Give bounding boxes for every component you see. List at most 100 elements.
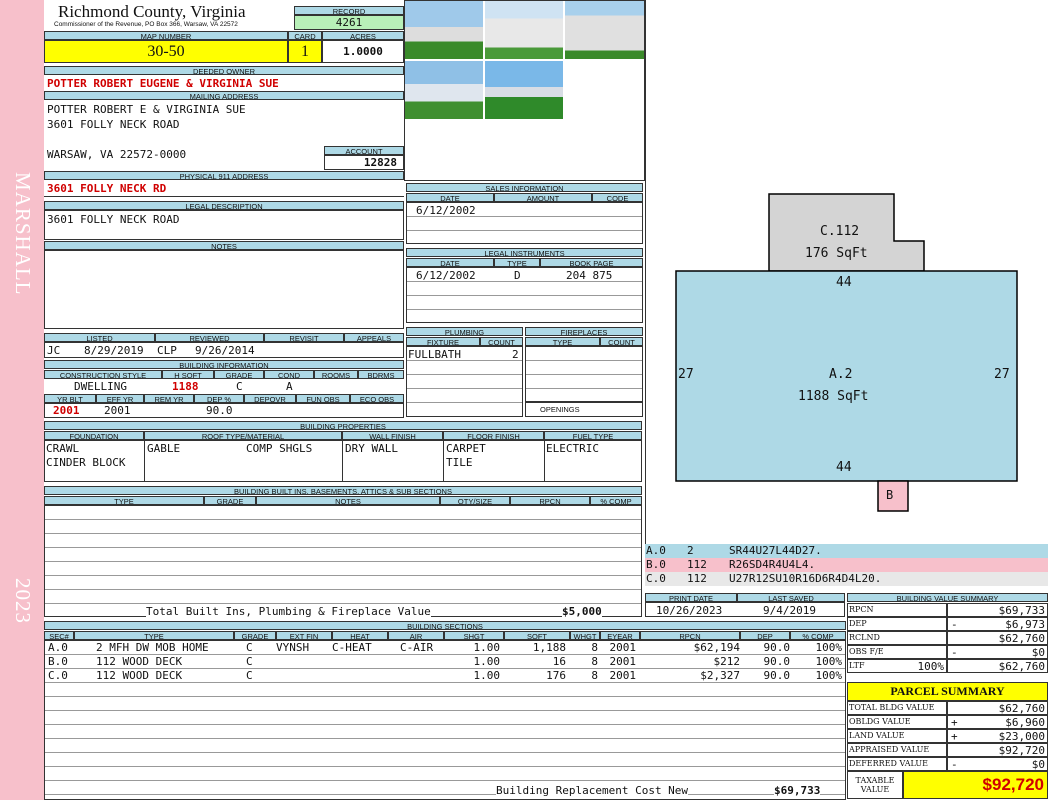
builtin-notes-header: NOTES — [256, 496, 440, 505]
foundation-1: CRAWL — [46, 442, 80, 455]
section-cell: 100% — [815, 641, 843, 654]
legal-instruments-label: LEGAL INSTRUMENTS — [406, 248, 643, 257]
parcel-key: OBLDG VALUE — [849, 717, 911, 726]
reviewed-by: CLP — [157, 344, 177, 357]
parcel-summary-label: PARCEL SUMMARY — [847, 682, 1048, 701]
print-date-label: PRINT DATE — [645, 593, 737, 602]
sales-amount-header: AMOUNT — [494, 193, 592, 202]
shed-photo — [565, 1, 644, 59]
physical-address: 3601 FOLLY NECK RD — [47, 182, 167, 195]
mailing-address-label: MAILING ADDRESS — [44, 91, 404, 100]
foundation-header: FOUNDATION — [44, 431, 144, 440]
openings-label: OPENINGS — [540, 405, 580, 414]
parcel-key: APPRAISED VALUE — [849, 745, 930, 754]
plumbing-label: PLUMBING — [406, 327, 523, 336]
fixture-header: FIXTURE — [406, 337, 480, 346]
section-cell: C — [246, 655, 253, 668]
dep-header: DEP % — [194, 394, 244, 403]
bdrms-header: BDRMS — [358, 370, 404, 379]
grade-value: C — [236, 380, 243, 393]
legend-desc: R26SD4R4U4L4. — [729, 558, 816, 571]
record-label: RECORD — [294, 6, 404, 15]
sketch-c-sqft: 176 SqFt — [805, 246, 868, 261]
value-summary-value: $0 — [1031, 646, 1045, 659]
wall-finish: DRY WALL — [345, 442, 398, 455]
section-cell: 90.0 — [763, 655, 791, 668]
section-header: GRADE — [234, 631, 276, 640]
builtins-table — [44, 505, 642, 617]
sketch-a-label: A.2 — [829, 367, 853, 382]
instr-bookpage: 204 875 — [566, 269, 613, 282]
section-header: EYEAR — [600, 631, 640, 640]
sketch-b-label: B — [886, 488, 894, 502]
construction-style-header: CONSTRUCTION STYLE — [44, 370, 162, 379]
section-cell: C — [246, 641, 253, 654]
parcel-sign: - — [951, 758, 958, 771]
legal-description-label: LEGAL DESCRIPTION — [44, 201, 404, 210]
legend-row: B.0 112 R26SD4R4U4L4. — [645, 558, 1048, 572]
listed-label: LISTED — [44, 333, 155, 342]
builtin-type-header: TYPE — [44, 496, 204, 505]
section-header: EXT FIN — [276, 631, 332, 640]
card-number: 1 — [288, 40, 322, 63]
roof-header: ROOF TYPE/MATERIAL — [144, 431, 342, 440]
roof-type: GABLE — [147, 442, 181, 455]
value-summary-key: DEP — [849, 619, 867, 628]
section-header: AIR — [388, 631, 444, 640]
section-header: WHGT — [570, 631, 600, 640]
builtins-total: $5,000 — [562, 605, 602, 618]
last-saved: 9/4/2019 — [763, 604, 816, 617]
section-cell: 8 — [591, 669, 598, 682]
legend-row: C.0 112 U27R12SU10R16D6R4D4L20. — [645, 572, 1048, 586]
depovr-header: DEPOVR — [244, 394, 296, 403]
legal-description: 3601 FOLLY NECK ROAD — [47, 213, 180, 226]
section-cell: 112 WOOD DECK — [96, 655, 183, 668]
sales-label: SALES INFORMATION — [406, 183, 643, 192]
builtins-total-label: Total Built Ins, Plumbing & Fireplace Va… — [146, 605, 431, 618]
section-cell: 2 MFH DW MOB HOME — [96, 641, 209, 654]
print-date: 10/26/2023 — [656, 604, 723, 617]
card-label: CARD — [288, 31, 322, 40]
reviewed-label: REVIEWED — [155, 333, 264, 342]
account-number: 12828 — [324, 155, 404, 170]
map-number: 30-50 — [44, 40, 288, 63]
floor-finish-2: TILE — [446, 456, 473, 469]
county-title: Richmond County, Virginia — [58, 2, 246, 21]
section-cell: $62,194 — [693, 641, 740, 654]
section-cell: C-AIR — [400, 641, 434, 654]
mailing-line2: 3601 FOLLY NECK ROAD — [47, 118, 180, 131]
taxable-label: TAXABLE VALUE — [847, 771, 903, 799]
section-cell: 2001 — [609, 641, 637, 654]
sketch-right-dim: 27 — [994, 367, 1010, 382]
builtin-qty-header: QTY/SIZE — [440, 496, 510, 505]
parcel-sign: + — [951, 730, 958, 743]
year-built: 2001 — [53, 404, 80, 417]
sketch-a-sqft: 1188 SqFt — [798, 389, 869, 404]
carport-photo — [485, 1, 563, 59]
value-summary-value: $6,973 — [1005, 618, 1045, 631]
section-cell: B.0 — [48, 655, 68, 668]
sketch-top-dim: 44 — [836, 275, 852, 290]
section-cell: 112 WOOD DECK — [96, 669, 183, 682]
fireplaces-label: FIREPLACES — [525, 327, 643, 336]
last-saved-label: LAST SAVED — [737, 593, 845, 602]
value-summary-sign: - — [951, 618, 958, 631]
floor-header: FLOOR FINISH — [443, 431, 544, 440]
sale-date: 6/12/2002 — [416, 204, 476, 217]
fireplace-type-header: TYPE — [525, 337, 600, 346]
legend-desc: U27R12SU10R16D6R4D4L20. — [729, 572, 882, 585]
instr-bookpage-header: BOOK PAGE — [540, 258, 643, 267]
fixture-name: FULLBATH — [408, 348, 461, 361]
legend-num: 112 — [687, 572, 707, 585]
house-photo-1 — [405, 1, 483, 59]
fireplace-count-header: COUNT — [600, 337, 643, 346]
sidebar-name: MARSHALL — [11, 172, 35, 296]
revisit-label: REVISIT — [264, 333, 344, 342]
effective-year: 2001 — [104, 404, 131, 417]
sales-date-header: DATE — [406, 193, 494, 202]
section-header: RPCN — [640, 631, 740, 640]
acres-value: 1.0000 — [322, 40, 404, 63]
legend-row: A.0 2 SR44U27L44D27. — [645, 544, 1048, 558]
grade-header: GRADE — [214, 370, 264, 379]
ecoobs-header: ECO OBS — [350, 394, 404, 403]
